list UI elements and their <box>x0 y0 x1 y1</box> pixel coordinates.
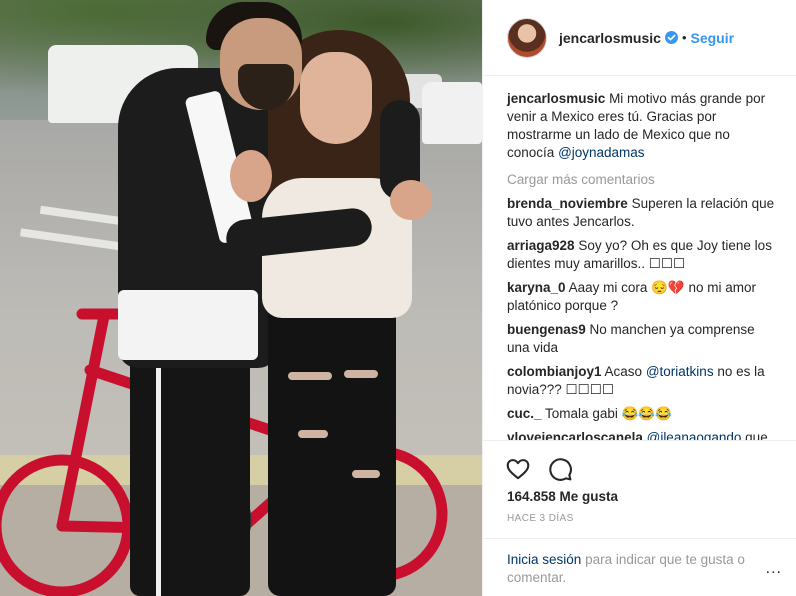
comment-item: buengenas9 No manchen ya comprense una v… <box>507 321 780 357</box>
more-options-icon[interactable]: ... <box>766 560 782 578</box>
photo-man-legs <box>130 330 250 596</box>
caption-mention[interactable]: @joynadamas <box>558 145 645 160</box>
post-photo[interactable] <box>0 0 482 596</box>
login-link[interactable]: Inicia sesión <box>507 552 581 567</box>
comment-item: brenda_noviembre Superen la relación que… <box>507 195 780 231</box>
post-date: HACE 3 DÍAS <box>507 513 574 524</box>
comment-username[interactable]: cuc._ <box>507 406 542 421</box>
header-separator: • <box>681 30 687 45</box>
instagram-post: jencarlosmusic • Seguir jencarlosmusic M… <box>0 0 796 596</box>
post-header: jencarlosmusic • Seguir <box>483 0 796 76</box>
header-username[interactable]: jencarlosmusic <box>559 30 661 46</box>
login-prompt: Inicia sesión para indicar que te gusta … <box>483 538 796 596</box>
load-more-comments-button[interactable]: Cargar más comentarios <box>507 172 780 187</box>
comment-username[interactable]: brenda_noviembre <box>507 196 628 211</box>
avatar[interactable] <box>507 17 547 58</box>
comment-item: cuc._ Tomala gabi 😂😂😂 <box>507 405 780 423</box>
comment-item: arriaga928 Soy yo? Oh es que Joy tiene l… <box>507 237 780 273</box>
photo-hand <box>230 150 272 202</box>
heart-icon[interactable] <box>505 456 531 482</box>
photo-hand <box>390 180 432 220</box>
comment-username[interactable]: arriaga928 <box>507 238 575 253</box>
follow-button[interactable]: Seguir <box>691 30 735 46</box>
post-sidebar: jencarlosmusic • Seguir jencarlosmusic M… <box>482 0 796 596</box>
post-actions <box>483 440 796 486</box>
comment-username[interactable]: colombianjoy1 <box>507 364 602 379</box>
post-caption: jencarlosmusic Mi motivo más grande por … <box>507 90 780 162</box>
verified-badge-icon <box>664 31 678 44</box>
comment-username[interactable]: buengenas9 <box>507 322 586 337</box>
like-count[interactable]: 164.858 Me gusta <box>483 486 796 508</box>
comment-text: Tomala gabi 😂😂😂 <box>545 406 673 421</box>
comment-username[interactable]: vloveiencarloscanela <box>507 430 643 440</box>
comment-mention[interactable]: @ileanaogando <box>647 430 742 440</box>
photo-man-shirt <box>118 290 258 360</box>
comment-mention[interactable]: @toriatkins <box>646 364 714 379</box>
comment-text: que <box>745 430 768 440</box>
photo-woman-face <box>300 52 372 144</box>
photo-woman-jeans <box>268 300 396 596</box>
comments-list[interactable]: jencarlosmusic Mi motivo más grande por … <box>483 76 796 440</box>
comment-item: vloveiencarloscanela @ileanaogando que <box>507 429 780 440</box>
comment-item: karyna_0 Aaay mi cora 😔💔 no mi amor plat… <box>507 279 780 315</box>
photo-parked-car <box>422 82 482 144</box>
comment-bubble-icon[interactable] <box>547 456 573 482</box>
comment-text: Acaso <box>604 364 643 379</box>
caption-username[interactable]: jencarlosmusic <box>507 91 605 106</box>
comment-item: colombianjoy1 Acaso @toriatkins no es la… <box>507 363 780 399</box>
comment-username[interactable]: karyna_0 <box>507 280 566 295</box>
